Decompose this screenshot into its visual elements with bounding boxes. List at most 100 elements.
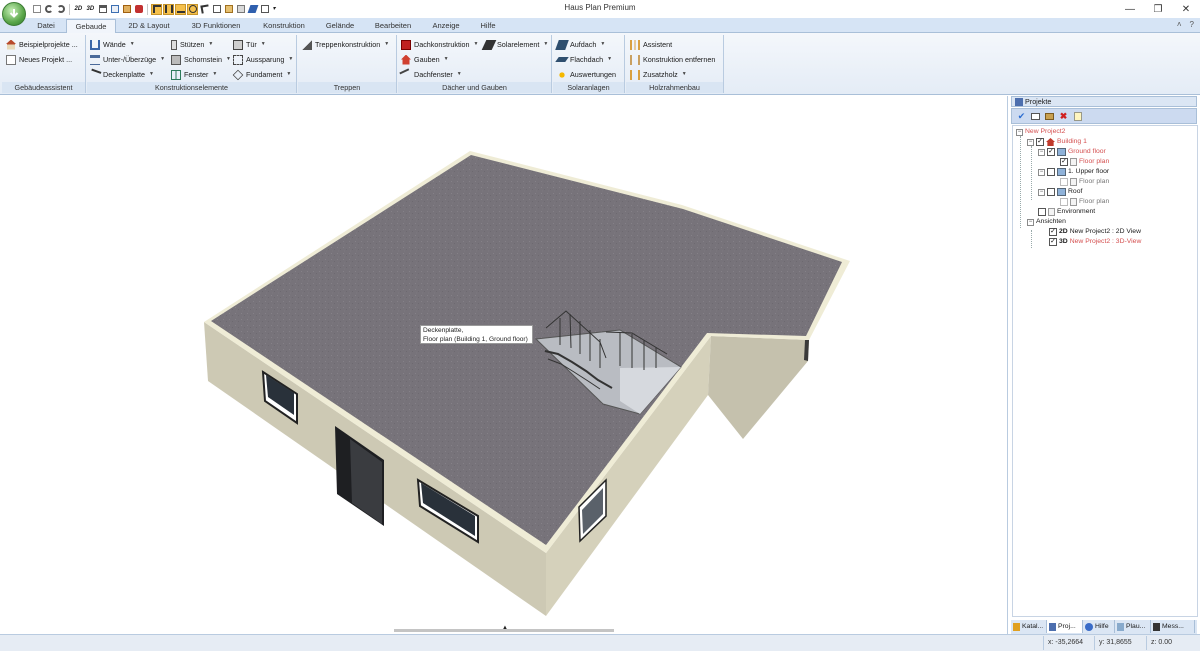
gauben-button[interactable]: Gauben ▼: [401, 53, 449, 66]
redo-icon[interactable]: [55, 4, 66, 15]
3d-house-model[interactable]: [0, 96, 1008, 634]
upper-floor-plan-checkbox[interactable]: [1060, 178, 1068, 186]
ground-floor-plan-checkbox[interactable]: ✓: [1060, 158, 1068, 166]
select-tool-icon[interactable]: [151, 3, 162, 15]
dropdown-caret-icon: ▼: [288, 56, 294, 62]
tab-plaene[interactable]: Plau...: [1115, 620, 1151, 633]
view-2d-icon[interactable]: 2D: [73, 4, 84, 15]
neues-projekt-button[interactable]: Neues Projekt ...: [6, 53, 72, 66]
view-3d-checkbox[interactable]: ✓: [1049, 238, 1057, 246]
tree-node-upper-floor[interactable]: − 1. Upper floor: [1038, 167, 1109, 177]
checkmark-icon[interactable]: ✔: [1016, 111, 1027, 122]
aufdach-button[interactable]: Aufdach ▼: [555, 38, 605, 51]
treppenkonstruktion-button[interactable]: Treppenkonstruktion ▼: [302, 38, 389, 51]
tree-node-environment[interactable]: Environment: [1038, 207, 1095, 217]
collapse-icon[interactable]: −: [1016, 128, 1023, 136]
tree-node-roof-plan[interactable]: Floor plan: [1060, 197, 1109, 207]
catalog-icon[interactable]: [133, 4, 144, 15]
tab-2d-layout[interactable]: 2D & Layout: [120, 19, 178, 33]
tab-konstruktion[interactable]: Konstruktion: [254, 19, 314, 33]
layout-icon[interactable]: [109, 4, 120, 15]
export-icon[interactable]: [211, 4, 222, 15]
tree-node-upper-floor-plan[interactable]: Floor plan: [1060, 177, 1109, 187]
building-visible-checkbox[interactable]: ✓: [1036, 138, 1044, 146]
dimension-tool-icon[interactable]: [175, 3, 186, 15]
ribbon: Beispielprojekte ... Neues Projekt ... G…: [0, 33, 1200, 95]
scroll-grip-icon[interactable]: ▲: [502, 625, 508, 631]
fundament-button[interactable]: Fundament ▼: [232, 68, 291, 81]
close-button[interactable]: ✕: [1172, 0, 1200, 18]
tab-bearbeiten[interactable]: Bearbeiten: [366, 19, 420, 33]
environment-checkbox[interactable]: [1038, 208, 1046, 216]
tree-node-project[interactable]: − New Project2: [1016, 127, 1065, 137]
delete-icon[interactable]: ✖: [1058, 111, 1069, 122]
grid-icon[interactable]: [121, 4, 132, 15]
tree-node-view-2d[interactable]: ✓ 2D New Project2 : 2D View: [1049, 227, 1141, 237]
collapse-icon[interactable]: −: [1027, 218, 1034, 226]
help-icon[interactable]: ?: [1190, 20, 1194, 29]
tab-3d-funktionen[interactable]: 3D Funktionen: [182, 19, 250, 33]
tree-node-ground-floor[interactable]: − ✓ Ground floor: [1038, 147, 1106, 157]
tab-anzeige[interactable]: Anzeige: [424, 19, 468, 33]
new-item-icon[interactable]: [1072, 111, 1083, 122]
copy-icon[interactable]: [259, 4, 270, 15]
roof-plan-checkbox[interactable]: [1060, 198, 1068, 206]
restore-button[interactable]: ❐: [1144, 0, 1172, 18]
tab-hilfe-panel[interactable]: Hilfe: [1083, 620, 1115, 633]
tab-katalog[interactable]: Katal...: [1011, 620, 1047, 633]
tree-node-view-3d[interactable]: ✓ 3D New Project2 : 3D-View: [1049, 237, 1141, 247]
add-building-icon[interactable]: [1044, 111, 1055, 122]
collapse-icon[interactable]: −: [1038, 148, 1045, 156]
collapse-ribbon-icon[interactable]: ˄: [1177, 20, 1182, 29]
roof-checkbox[interactable]: [1047, 188, 1055, 196]
tab-hilfe[interactable]: Hilfe: [472, 19, 504, 33]
upper-floor-checkbox[interactable]: [1047, 168, 1055, 176]
wande-button[interactable]: Wände ▼: [90, 38, 135, 51]
flachdach-button[interactable]: Flachdach ▼: [555, 53, 612, 66]
ground-floor-checkbox[interactable]: ✓: [1047, 148, 1055, 156]
tur-button[interactable]: Tür ▼: [233, 38, 266, 51]
schornstein-button[interactable]: Schornstein ▼: [171, 53, 231, 66]
konstruktion-entfernen-button[interactable]: Konstruktion entfernen: [630, 53, 715, 66]
snap-tool-icon[interactable]: [187, 3, 198, 15]
solarelement-button[interactable]: Solarelement ▼: [481, 38, 548, 51]
import-icon[interactable]: [223, 4, 234, 15]
tab-datei[interactable]: Datei: [28, 19, 64, 33]
auswertungen-button[interactable]: Auswertungen: [557, 68, 616, 81]
tree-node-views[interactable]: − Ansichten: [1027, 217, 1066, 227]
view-3d-icon[interactable]: 3D: [85, 4, 96, 15]
settings-icon[interactable]: [235, 4, 246, 15]
pointer-icon[interactable]: [199, 4, 210, 15]
zusatzholz-button[interactable]: Zusatzholz ▼: [630, 68, 687, 81]
application-menu-button[interactable]: [2, 2, 26, 26]
stutzen-button[interactable]: Stützen ▼: [171, 38, 213, 51]
tree-node-roof[interactable]: − Roof: [1038, 187, 1082, 197]
qat-dropdown-icon[interactable]: ▾: [271, 4, 282, 15]
view-2d-checkbox[interactable]: ✓: [1049, 228, 1057, 236]
3d-viewport[interactable]: Deckenplatte, Floor plan (Building 1, Gr…: [0, 96, 1008, 634]
tree-node-ground-floor-plan[interactable]: ✓ Floor plan: [1060, 157, 1109, 167]
tab-projekte[interactable]: Proj...: [1047, 620, 1083, 633]
tab-messen[interactable]: Mess...: [1151, 620, 1195, 633]
collapse-icon[interactable]: −: [1038, 188, 1045, 196]
undo-icon[interactable]: [43, 4, 54, 15]
collapse-icon[interactable]: −: [1038, 168, 1045, 176]
beispielprojekte-button[interactable]: Beispielprojekte ...: [6, 38, 78, 51]
split-view-icon[interactable]: [97, 4, 108, 15]
deckenplatte-button[interactable]: Deckenplatte ▼: [88, 68, 154, 81]
unter-uberzuge-button[interactable]: Unter-/Überzüge ▼: [90, 53, 165, 66]
walls-tool-icon[interactable]: [163, 3, 174, 15]
tab-gelande[interactable]: Gelände: [318, 19, 362, 33]
minimize-button[interactable]: —: [1116, 0, 1144, 18]
aussparung-button[interactable]: Aussparung ▼: [233, 53, 293, 66]
dachfenster-button[interactable]: Dachfenster ▼: [399, 67, 462, 82]
properties-icon[interactable]: [1030, 111, 1041, 122]
assistent-button[interactable]: Assistent: [630, 38, 672, 51]
tree-node-building[interactable]: − ✓ Building 1: [1027, 137, 1087, 147]
new-file-icon[interactable]: [31, 4, 42, 15]
tab-gebaude[interactable]: Gebaude: [66, 19, 116, 33]
dachkonstruktion-button[interactable]: Dachkonstruktion ▼: [401, 38, 478, 51]
collapse-icon[interactable]: −: [1027, 138, 1034, 146]
eraser-icon[interactable]: [247, 4, 258, 15]
fenster-button[interactable]: Fenster ▼: [171, 68, 217, 81]
